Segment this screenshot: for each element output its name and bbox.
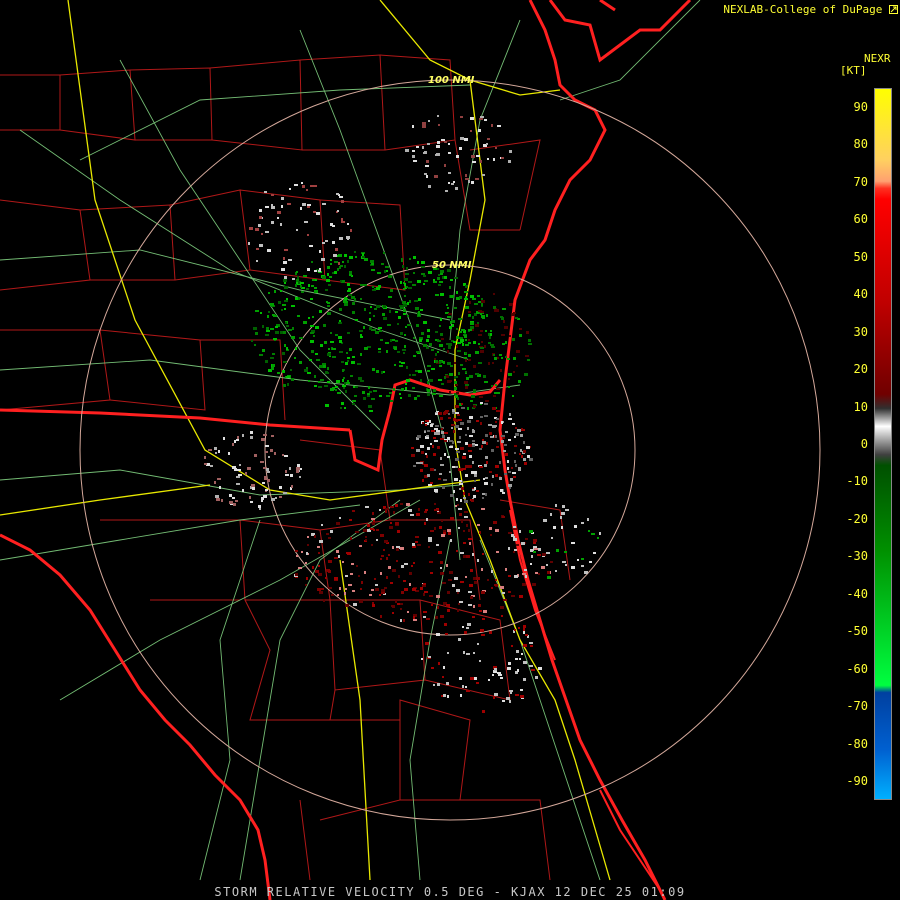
legend-tick: -30	[846, 549, 868, 564]
range-rings	[79, 79, 821, 821]
legend-tick: -70	[846, 699, 868, 714]
legend-tick: 30	[853, 324, 868, 339]
county-borders	[0, 54, 571, 881]
range-ring-100	[79, 79, 821, 821]
range-ring-100-label: 100 NMI	[428, 75, 475, 86]
legend-tick: -20	[846, 511, 868, 526]
legend-tick: 90	[853, 99, 868, 114]
legend-unit: [KT]	[840, 64, 867, 77]
legend-tick: 50	[853, 249, 868, 264]
legend-title: NEXR	[864, 52, 891, 65]
legend-tick: 80	[853, 137, 868, 152]
legend-tick: -60	[846, 661, 868, 676]
coastline	[0, 0, 692, 900]
product-caption: STORM RELATIVE VELOCITY 0.5 DEG - KJAX 1…	[214, 885, 686, 899]
credit-label: NEXLAB-College of DuPage	[723, 3, 898, 16]
legend-tick: -40	[846, 586, 868, 601]
legend-tick: 20	[853, 362, 868, 377]
radar-map: 50 NMI 100 NMI	[0, 0, 821, 900]
legend-tick: -50	[846, 624, 868, 639]
credit-text: NEXLAB-College of DuPage	[723, 3, 883, 16]
legend-tick: 10	[853, 399, 868, 414]
legend-tick: -80	[846, 736, 868, 751]
external-link-icon	[889, 5, 898, 14]
roads	[0, 0, 701, 881]
interstate-highways	[0, 0, 611, 881]
legend-tick: 60	[853, 212, 868, 227]
legend-tick: 70	[853, 174, 868, 189]
legend-tick: 40	[853, 287, 868, 302]
legend-tick: 0	[860, 437, 868, 451]
legend-tick: -90	[846, 774, 868, 789]
velocity-colorbar	[874, 88, 892, 800]
legend-tick: -10	[846, 474, 868, 489]
